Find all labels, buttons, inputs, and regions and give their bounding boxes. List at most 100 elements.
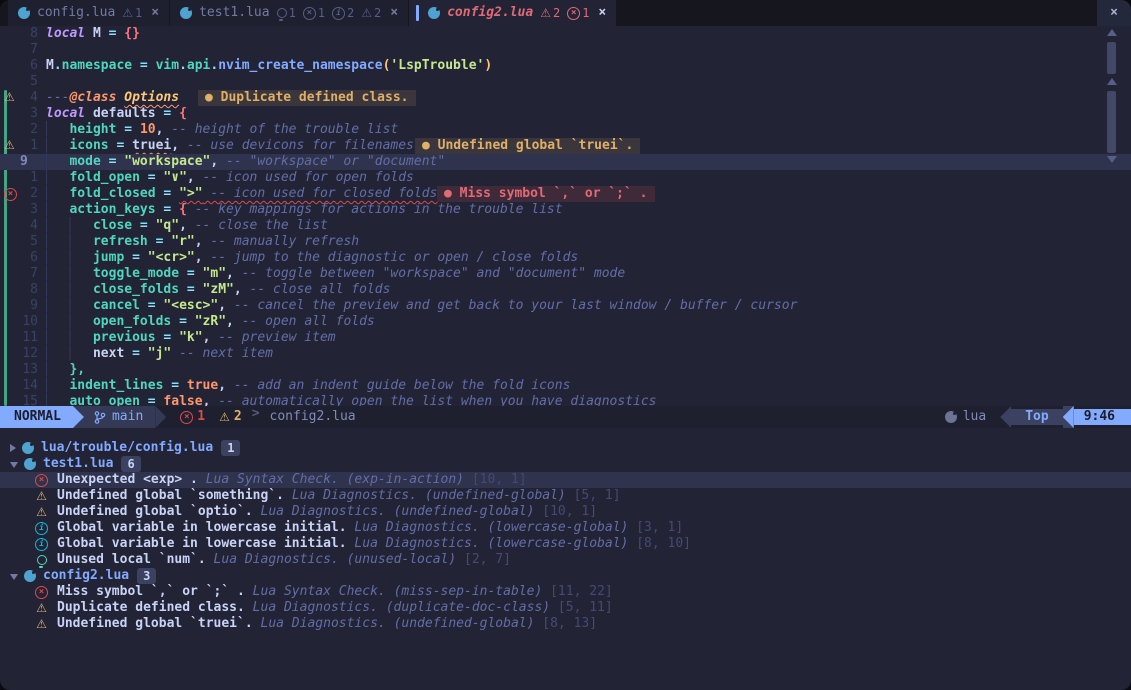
diagnostic-message: Miss symbol `,` or `;` . [57, 584, 253, 600]
code-text: ▏ ▏ cancel = "<esc>", -- cancel the prev… [46, 298, 797, 314]
code-line[interactable]: 14▏ indent_lines = true, -- add an inden… [0, 378, 1131, 394]
diagnostic-message: Global variable in lowercase initial. [57, 520, 354, 536]
close-icon[interactable]: × [149, 5, 159, 21]
warning-icon: ⚠ [36, 506, 47, 518]
diagnostic-source: Lua Diagnostics. [261, 504, 394, 520]
code-text: ▏ icons = truei, -- use devicons for fil… [46, 138, 414, 154]
trouble-diagnostic-row[interactable]: ×Miss symbol `,` or `;` . Lua Syntax Che… [0, 584, 1131, 600]
diagnostic-source: Lua Diagnostics. [292, 488, 425, 504]
window-close-button[interactable]: × [1097, 0, 1131, 26]
warning-icon: ⚠ [4, 139, 15, 151]
trouble-diagnostic-row[interactable]: iGlobal variable in lowercase initial. L… [0, 536, 1131, 552]
code-line[interactable]: 11▏ ▏ previous = "k", -- preview item [0, 330, 1131, 346]
statusline-filename: config2.lua [270, 409, 356, 425]
scrollbar-up-arrow[interactable] [1107, 29, 1117, 36]
diagnostic-virtual-text: ● Miss symbol `,` or `;` . [437, 186, 655, 202]
info-icon: i [35, 522, 48, 535]
trouble-diagnostic-row[interactable]: ⚠Undefined global `optio`. Lua Diagnosti… [0, 504, 1131, 520]
scrollbar-down-arrow[interactable] [1107, 156, 1117, 163]
info-icon: i [35, 522, 48, 535]
tabline: config.lua⚠1×test1.lua1×1i2⚠2×config2.lu… [0, 0, 1131, 26]
code-line[interactable]: 4⚠---@class Options● Duplicate defined c… [0, 90, 1131, 106]
chevron-down-icon [10, 574, 18, 580]
code-line[interactable]: 5▏ ▏ refresh = "r", -- manually refresh [0, 234, 1131, 250]
warning-icon: ⚠ [4, 91, 15, 103]
hint-icon [35, 555, 48, 565]
mode-label: NORMAL [14, 409, 61, 425]
chevron-right-icon: > [252, 406, 260, 428]
warning-count-badge: ⚠2 [540, 5, 560, 21]
code-text: ▏ action_keys = { -- key mappings for ac… [46, 202, 563, 218]
code-line[interactable]: 13▏ }, [0, 362, 1131, 378]
code-line[interactable]: 12▏ ▏ next = "j" -- next item [0, 346, 1131, 362]
line-number: 15 [14, 394, 38, 406]
code-line[interactable]: 7▏ ▏ toggle_mode = "m", -- toggle betwee… [0, 266, 1131, 282]
code-line[interactable]: 1⚠▏ icons = truei, -- use devicons for f… [0, 138, 1131, 154]
code-text: ▏ auto_open = false, -- automatically op… [46, 394, 657, 406]
scroll-position: Top [1011, 409, 1062, 425]
error-icon: × [35, 474, 48, 487]
git-branch-segment: main [84, 406, 155, 428]
code-line[interactable]: 10▏ ▏ open_folds = "zR", -- open all fol… [0, 314, 1131, 330]
code-text: ▏ ▏ next = "j" -- next item [46, 346, 273, 362]
warning-icon: ⚠ [36, 618, 47, 630]
trouble-diagnostic-row[interactable]: Unused local `num`. Lua Diagnostics. (un… [0, 552, 1131, 568]
line-number: 4 [14, 90, 38, 106]
code-text: ▏ ▏ jump = "<cr>", -- jump to the diagno… [46, 250, 578, 266]
code-line[interactable]: 3▏ action_keys = { -- key mappings for a… [0, 202, 1131, 218]
code-line[interactable]: 4▏ ▏ close = "q", -- close the list [0, 218, 1131, 234]
line-number: 5 [14, 234, 38, 250]
line-number: 6 [14, 58, 38, 74]
trouble-file-row[interactable]: lua/trouble/config.lua1 [0, 440, 1131, 456]
cursor-position-label: 9:46 [1084, 409, 1115, 425]
code-text: ▏ indent_lines = true, -- add an indent … [46, 378, 570, 394]
lua-icon [945, 411, 957, 423]
diagnostic-position: [3, 1] [636, 520, 683, 536]
powerline-separator [73, 406, 84, 428]
line-number: 4 [14, 218, 38, 234]
code-line[interactable]: 8▏ ▏ close_folds = "zM", -- close all fo… [0, 282, 1131, 298]
code-editor[interactable]: 8local M = {}76M.namespace = vim.api.nvi… [0, 26, 1131, 406]
trouble-diagnostic-row[interactable]: ×Unexpected <exp> . Lua Syntax Check. (e… [0, 472, 1131, 488]
diagnostic-message: Undefined global `truei`. [57, 616, 261, 632]
chevron-down-icon [10, 462, 18, 468]
trouble-diagnostic-row[interactable]: ⚠Undefined global `something`. Lua Diagn… [0, 488, 1131, 504]
close-icon[interactable]: × [388, 5, 398, 21]
diagnostic-message: Undefined global `something`. [57, 488, 292, 504]
mode-indicator: NORMAL [0, 406, 73, 428]
code-line[interactable]: 5 [0, 74, 1131, 90]
diagnostic-virtual-text: ● Undefined global `truei`. [415, 138, 640, 154]
code-line[interactable]: 1▏ fold_open = "∨", -- icon used for ope… [0, 170, 1131, 186]
trouble-diagnostic-row[interactable]: iGlobal variable in lowercase initial. L… [0, 520, 1131, 536]
trouble-diagnostic-row[interactable]: ⚠Duplicate defined class. Lua Diagnostic… [0, 600, 1131, 616]
lua-file-icon [22, 442, 34, 454]
lua-file-icon [24, 458, 36, 470]
scrollbar-up-arrow[interactable] [1107, 78, 1117, 85]
trouble-file-row[interactable]: test1.lua6 [0, 456, 1131, 472]
scrollbar-thumb[interactable] [1107, 91, 1116, 153]
lua-file-icon [18, 7, 30, 19]
active-tab-indicator [416, 5, 419, 21]
scroll-position-label: Top [1025, 409, 1048, 425]
code-line[interactable]: 15 ▏ auto_open = false, -- automatically … [0, 394, 1131, 406]
code-text: ---@class Options [46, 90, 179, 106]
warning-icon: ⚠ [35, 602, 48, 614]
code-line[interactable]: 3local defaults = { [0, 106, 1131, 122]
tab-test1.lua[interactable]: test1.lua1×1i2⚠2× [170, 0, 408, 26]
code-line[interactable]: 6▏ ▏ jump = "<cr>", -- jump to the diagn… [0, 250, 1131, 266]
code-line[interactable]: 7 [0, 42, 1131, 58]
code-line[interactable]: 6M.namespace = vim.api.nvim_create_names… [0, 58, 1131, 74]
code-line[interactable]: 2×▏ fold_closed = ">" -- icon used for c… [0, 186, 1131, 202]
code-line[interactable]: 8local M = {} [0, 26, 1131, 42]
close-icon[interactable]: × [596, 5, 606, 21]
trouble-diagnostic-row[interactable]: ⚠Undefined global `truei`. Lua Diagnosti… [0, 616, 1131, 632]
tab-config.lua[interactable]: config.lua⚠1× [8, 0, 169, 26]
trouble-file-row[interactable]: config2.lua3 [0, 568, 1131, 584]
code-line[interactable]: 2▏ height = 10, -- height of the trouble… [0, 122, 1131, 138]
tab-config2.lua[interactable]: config2.lua⚠2×1× [409, 0, 616, 26]
code-text: ▏ fold_closed = ">" -- icon used for clo… [46, 186, 437, 202]
lua-file-icon [428, 7, 440, 19]
code-line[interactable]: 9▏ ▏ cancel = "<esc>", -- cancel the pre… [0, 298, 1131, 314]
code-line[interactable]: 9▏ mode = "workspace", -- "workspace" or… [0, 154, 1131, 170]
scrollbar-thumb[interactable] [1107, 42, 1116, 74]
